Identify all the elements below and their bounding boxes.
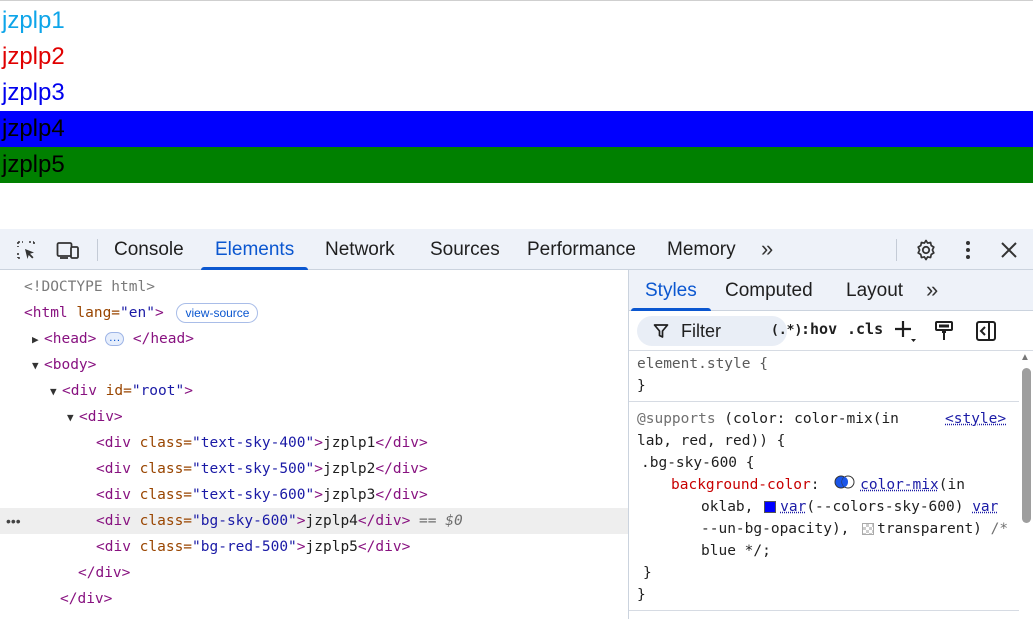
close-icon[interactable]	[998, 239, 1020, 261]
elements-tree: <!DOCTYPE html> <html lang="en"> view-so…	[0, 270, 628, 619]
preview-row-jzplp3: jzplp3	[2, 79, 65, 106]
devtools-tabbar: Console Elements Network Sources Perform…	[0, 229, 1033, 270]
color-mix-args-line: oklab, var(--colors-sky-600) var	[701, 499, 999, 515]
preview-row-jzplp2: jzplp2	[2, 43, 65, 70]
head-node[interactable]: ▶ <head> … </head>	[0, 326, 628, 352]
new-rule-plus-icon[interactable]	[893, 319, 919, 350]
background-color-declaration[interactable]: background-color: color-mix(in	[671, 474, 965, 496]
more-tabs-chevron-icon[interactable]: »	[761, 229, 773, 270]
gear-icon[interactable]	[915, 239, 937, 261]
tab-styles[interactable]: Styles	[631, 270, 711, 311]
tab-console[interactable]: Console	[114, 229, 184, 270]
preview-row-jzplp5: jzplp5	[0, 147, 1033, 183]
preview-row-jzplp1: jzplp1	[2, 7, 65, 34]
device-toolbar-icon[interactable]	[56, 239, 79, 261]
toggle-sidebar-icon[interactable]	[975, 320, 997, 347]
collapsed-ellipsis-icon[interactable]: …	[105, 331, 125, 346]
child-div-node[interactable]: <div class="bg-red-500">jzplp5</div>	[0, 534, 628, 560]
styles-toolbar: Filter (.*) :hov .cls	[629, 311, 1033, 351]
expand-triangle-icon[interactable]: ▶	[32, 327, 44, 353]
tabbar-divider-right	[896, 239, 897, 261]
tab-elements[interactable]: Elements	[200, 229, 309, 270]
class-toggle[interactable]: .cls	[847, 320, 883, 338]
transparent-swatch-icon[interactable]	[862, 523, 875, 535]
rule-close: }	[643, 565, 652, 581]
filter-input[interactable]: Filter (.*)	[637, 316, 802, 346]
hover-state-toggle[interactable]: :hov	[801, 320, 837, 338]
styles-pane: Styles Computed Layout » Filter (.*) :ho…	[628, 270, 1033, 619]
comment-line: blue */;	[701, 543, 771, 559]
inner-div-close[interactable]: </div>	[0, 560, 628, 586]
inspect-element-icon[interactable]	[15, 239, 37, 261]
tabbar-divider	[97, 239, 98, 261]
regex-toggle[interactable]: (.*)	[771, 316, 802, 346]
filter-label: Filter	[681, 321, 721, 341]
rule-divider	[629, 401, 1019, 402]
style-source-link[interactable]: <style>	[945, 408, 1006, 430]
supports-rule-condition: lab, red, red)) {	[637, 433, 786, 449]
selected-child-div-node[interactable]: ••• <div class="bg-sky-600">jzplp4</div>…	[0, 508, 628, 534]
page-preview: jzplp1 jzplp2 jzplp3 jzplp4 jzplp5	[0, 0, 1033, 229]
tab-sources[interactable]: Sources	[430, 229, 500, 270]
collapse-triangle-icon[interactable]: ▼	[32, 353, 44, 379]
paint-brush-icon[interactable]	[934, 320, 956, 347]
kebab-menu-icon[interactable]	[957, 239, 979, 261]
tab-performance[interactable]: Performance	[527, 229, 636, 270]
color-swatch-icon[interactable]	[764, 501, 777, 513]
devtools-panel: Console Elements Network Sources Perform…	[0, 229, 1033, 619]
element-style-close: }	[637, 378, 646, 394]
tab-memory[interactable]: Memory	[667, 229, 736, 270]
scroll-up-arrow-icon[interactable]: ▲	[1020, 352, 1030, 363]
inner-div-node[interactable]: ▼ <div>	[0, 404, 628, 430]
child-div-node[interactable]: <div class="text-sky-500">jzplp2</div>	[0, 456, 628, 482]
supports-close: }	[637, 587, 646, 603]
color-mix-swatch-icon[interactable]	[834, 474, 856, 496]
collapse-triangle-icon[interactable]: ▼	[50, 379, 62, 405]
child-div-node[interactable]: <div class="text-sky-600">jzplp3</div>	[0, 482, 628, 508]
root-div-close[interactable]: </div>	[0, 586, 628, 612]
doctype-node[interactable]: <!DOCTYPE html>	[0, 274, 628, 300]
styles-tabbar: Styles Computed Layout »	[629, 270, 1033, 311]
html-node[interactable]: <html lang="en"> view-source	[0, 300, 628, 326]
preview-row-jzplp4: jzplp4	[0, 111, 1033, 147]
bg-sky-600-selector[interactable]: .bg-sky-600 {	[641, 452, 755, 474]
styles-scrollbar[interactable]: ▲	[1019, 352, 1033, 619]
scrollbar-thumb[interactable]	[1022, 368, 1031, 523]
tab-computed[interactable]: Computed	[725, 270, 813, 311]
collapse-triangle-icon[interactable]: ▼	[67, 405, 79, 431]
root-div-node[interactable]: ▼ <div id="root">	[0, 378, 628, 404]
supports-rule-header[interactable]: @supports (color: color-mix(in <style>	[637, 408, 1017, 430]
child-div-node[interactable]: <div class="text-sky-400">jzplp1</div>	[0, 430, 628, 456]
more-tabs-chevron-icon[interactable]: »	[926, 270, 938, 311]
color-mix-args-line: --un-bg-opacity), transparent) /*	[701, 521, 1009, 537]
element-style-rule[interactable]: element.style {	[637, 353, 768, 375]
body-node[interactable]: ▼ <body>	[0, 352, 628, 378]
selected-node-marker: == $0	[410, 513, 463, 529]
row-actions-dots-icon[interactable]: •••	[6, 508, 21, 534]
tab-network[interactable]: Network	[325, 229, 395, 270]
filter-funnel-icon	[653, 323, 669, 344]
tab-layout[interactable]: Layout	[846, 270, 903, 311]
rule-divider	[629, 610, 1019, 611]
view-source-badge[interactable]: view-source	[176, 303, 259, 323]
style-rules: element.style { } @supports (color: colo…	[629, 352, 1019, 619]
